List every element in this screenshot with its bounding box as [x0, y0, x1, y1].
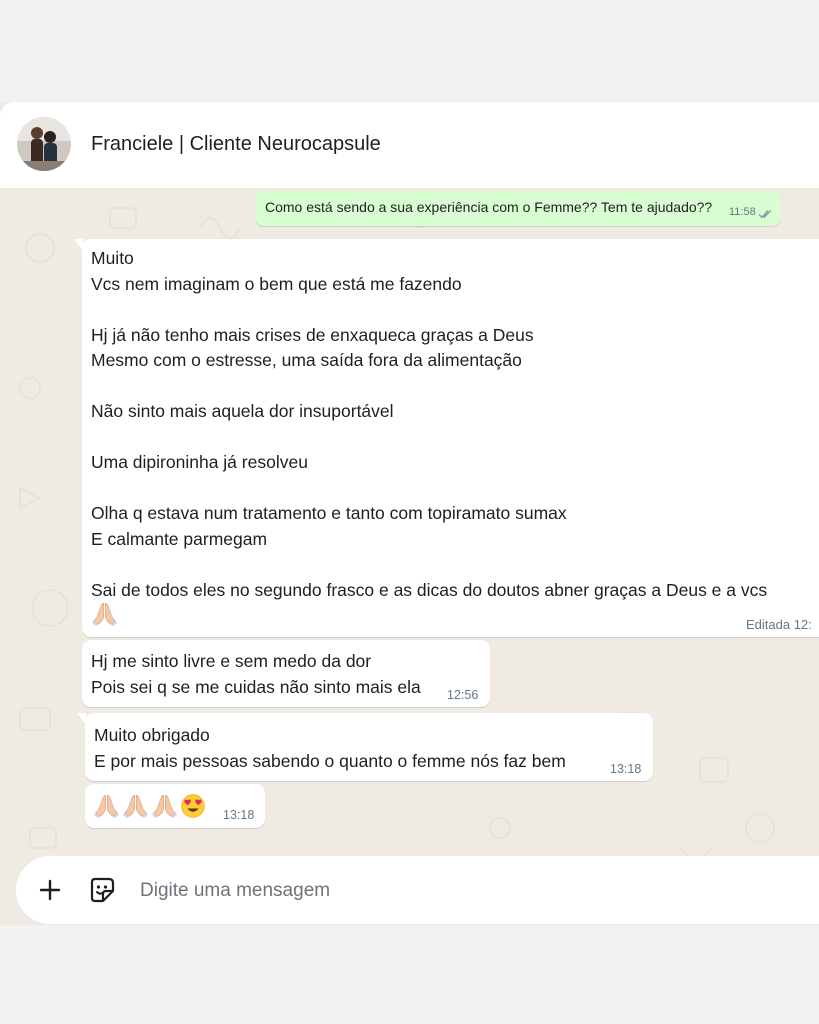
message-text: Como está sendo a sua experiência com o … [265, 199, 713, 215]
message-outgoing[interactable]: Como está sendo a sua experiência com o … [255, 191, 781, 226]
chat-header[interactable]: Franciele | Cliente Neurocapsule [0, 102, 819, 188]
message-time: 11:58 [729, 206, 756, 218]
message-time: Editada 12: [746, 617, 812, 632]
contact-name[interactable]: Franciele | Cliente Neurocapsule [91, 133, 381, 156]
avatar[interactable] [17, 117, 71, 171]
heart-eyes-face-emoji [180, 793, 206, 819]
plus-icon[interactable] [38, 878, 62, 902]
message-incoming[interactable]: Hj me sinto livre e sem medo da dor Pois… [82, 640, 490, 707]
message-composer [16, 856, 819, 924]
chat-window: Franciele | Cliente Neurocapsule Como es… [0, 102, 819, 925]
message-text: Muito obrigado E por mais pessoas sabend… [94, 725, 566, 771]
praying-hands-emoji [91, 600, 118, 632]
message-time: 12:56 [447, 688, 479, 702]
message-time: 13:18 [223, 808, 255, 822]
praying-hands-emoji [122, 792, 149, 819]
message-incoming[interactable]: Muito Vcs nem imaginam o bem que está me… [74, 239, 819, 637]
double-check-read-icon [758, 207, 774, 219]
message-text: Muito Vcs nem imaginam o bem que está me… [91, 248, 768, 600]
praying-hands-emoji [151, 792, 178, 819]
message-time: 13:18 [610, 762, 642, 776]
message-text: Hj me sinto livre e sem medo da dor Pois… [91, 651, 421, 697]
sticker-icon[interactable] [88, 876, 116, 904]
message-input[interactable] [138, 874, 782, 908]
emoji-row [93, 792, 206, 819]
message-incoming-emoji[interactable]: 13:18 [85, 784, 265, 828]
message-incoming[interactable]: Muito obrigado E por mais pessoas sabend… [77, 713, 653, 781]
praying-hands-emoji [93, 792, 120, 819]
